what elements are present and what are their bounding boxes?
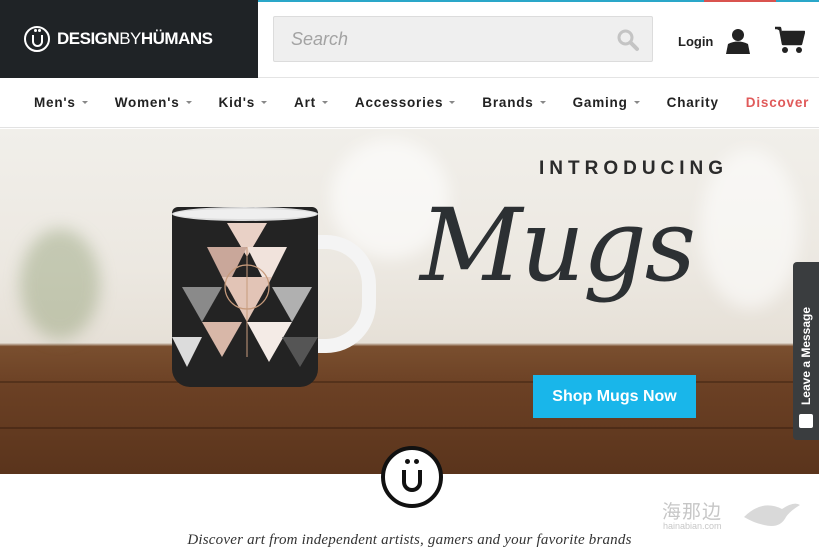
login-label: Login: [678, 33, 714, 49]
chevron-down-icon: [449, 101, 456, 104]
watermark-url: hainabian.com: [663, 521, 722, 531]
site-logo[interactable]: DESIGNBYHÜMANS: [0, 0, 258, 78]
nav-item-label: Charity: [666, 95, 719, 110]
top-red-line: [704, 0, 776, 2]
nav-item-label: Women's: [114, 95, 180, 110]
background-plant: [20, 229, 100, 339]
logo-text: DESIGNBYHÜMANS: [57, 29, 213, 48]
nav-item-charity[interactable]: Charity: [667, 95, 719, 110]
cart-icon[interactable]: [774, 26, 805, 54]
mug-rim: [172, 207, 318, 221]
chevron-down-icon: [321, 101, 328, 104]
nav-item-kids[interactable]: Kid's: [218, 95, 268, 110]
nav-item-brands[interactable]: Brands: [482, 95, 546, 110]
chevron-down-icon: [539, 101, 546, 104]
message-icon: [799, 414, 813, 428]
nav-item-label: Gaming: [572, 95, 628, 110]
nav-item-gaming[interactable]: Gaming: [573, 95, 640, 110]
watermark-text: 海那边: [662, 501, 723, 523]
mug-image: [172, 207, 376, 389]
search-box: [273, 16, 653, 62]
shop-mugs-button[interactable]: Shop Mugs Now: [533, 375, 696, 418]
mug-body: [172, 207, 318, 387]
brand-badge-icon: [381, 446, 443, 508]
chevron-down-icon: [261, 101, 268, 104]
mug-pattern: [172, 223, 318, 367]
nav-item-accessories[interactable]: Accessories: [354, 95, 456, 110]
top-header: DESIGNBYHÜMANS Login: [0, 0, 819, 78]
hero-title: Mugs: [420, 187, 696, 304]
nav-item-womens[interactable]: Women's: [115, 95, 192, 110]
leave-message-label: Leave a Message: [799, 306, 813, 406]
main-nav: Men's Women's Kid's Art Accessories Brands Gam…: [0, 78, 819, 128]
search-input[interactable]: [274, 17, 652, 61]
watermark-bird-icon: [744, 503, 800, 526]
hero-banner[interactable]: INTRODUCING Mugs Shop Mugs Now: [0, 129, 819, 474]
nav-item-discover[interactable]: Discover: [746, 95, 809, 110]
nav-item-label: Art: [294, 95, 316, 110]
logo-smiley-icon: [24, 26, 50, 52]
nav-item-mens[interactable]: Men's: [34, 95, 88, 110]
search-icon[interactable]: [616, 28, 640, 52]
nav-item-label: Men's: [34, 95, 76, 110]
user-icon: [726, 29, 751, 54]
chevron-down-icon: [633, 101, 640, 104]
nav-item-label: Kid's: [218, 95, 256, 110]
table-plank-line: [0, 381, 819, 383]
watermark: 海那边 hainabian.com: [662, 495, 802, 539]
nav-item-art[interactable]: Art: [294, 95, 328, 110]
login-button[interactable]: Login: [678, 28, 751, 54]
table-plank-line: [0, 427, 819, 429]
nav-item-label: Accessories: [354, 95, 444, 110]
nav-item-label: Discover: [745, 95, 810, 110]
chevron-down-icon: [81, 101, 88, 104]
chevron-down-icon: [185, 101, 192, 104]
nav-item-label: Brands: [482, 95, 534, 110]
leave-message-tab[interactable]: Leave a Message: [793, 262, 819, 440]
